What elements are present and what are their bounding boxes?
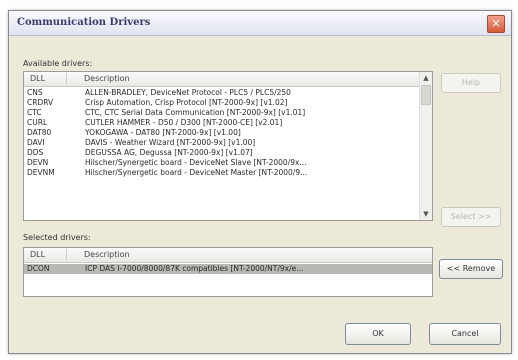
column-header-dll[interactable]: DLL [30, 250, 45, 259]
close-icon: × [490, 16, 502, 30]
selected-list-header: DLL Description [24, 248, 432, 263]
available-drivers-list[interactable]: DLL Description CNS ALLEN-BRADLEY, Device… [23, 71, 433, 221]
column-separator [66, 249, 67, 261]
list-item-description: DAVIS - Weather Wizard [NT-2000-9x] [v1.… [85, 138, 256, 147]
list-item-dll: DDS [27, 148, 44, 157]
close-button[interactable]: × [487, 15, 505, 33]
column-separator [66, 73, 67, 85]
list-item-description: Hilscher/Synergetic board - DeviceNet Sl… [85, 158, 307, 167]
list-item[interactable]: DEVN Hilscher/Synergetic board - DeviceNe… [24, 158, 420, 168]
available-list-scrollbar[interactable]: ▲ ▼ [419, 72, 432, 220]
remove-button[interactable]: << Remove [439, 259, 503, 279]
cancel-button[interactable]: Cancel [429, 323, 501, 345]
list-item-description: CUTLER HAMMER - D50 / D300 [NT-2000-CE] … [85, 118, 283, 127]
list-item-description: Crisp Automation, Crisp Protocol [NT-200… [85, 98, 288, 107]
select-button[interactable]: Select >> [441, 207, 501, 227]
column-header-dll[interactable]: DLL [30, 74, 45, 83]
selected-drivers-label: Selected drivers: [23, 233, 91, 242]
list-item-description: YOKOGAWA - DAT80 [NT-2000-9x] [v1.00] [85, 128, 241, 137]
list-item-description: ICP DAS I-7000/8000/87K compatibles [NT-… [85, 264, 304, 273]
selected-drivers-list[interactable]: DLL Description DCON ICP DAS I-7000/8000/… [23, 247, 433, 297]
list-item-description: ALLEN-BRADLEY, DeviceNet Protocol - PLC5… [85, 88, 291, 97]
list-item-dll: DCON [27, 264, 50, 273]
scroll-down-icon[interactable]: ▼ [420, 208, 432, 220]
list-item[interactable]: CRDRV Crisp Automation, Crisp Protocol [N… [24, 98, 420, 108]
help-button[interactable]: Help [441, 73, 501, 93]
communication-drivers-dialog: Communication Drivers × Available driver… [8, 10, 512, 354]
list-item[interactable]: CTC CTC, CTC Serial Data Communication [N… [24, 108, 420, 118]
scroll-thumb[interactable] [421, 85, 431, 105]
list-item-dll: DEVN [27, 158, 49, 167]
column-header-description[interactable]: Description [84, 74, 130, 83]
column-header-description[interactable]: Description [84, 250, 130, 259]
list-item-dll: DAVI [27, 138, 45, 147]
title-bar: Communication Drivers × [9, 11, 511, 36]
list-item-description: DEGUSSA AG, Degussa [NT-2000-9x] [v1.07] [85, 148, 253, 157]
list-item[interactable]: DAT80 YOKOGAWA - DAT80 [NT-2000-9x] [v1.0… [24, 128, 420, 138]
list-item-dll: DEVNM [27, 168, 55, 177]
dialog-title: Communication Drivers [17, 17, 151, 28]
list-item[interactable]: DCON ICP DAS I-7000/8000/87K compatibles … [24, 264, 432, 274]
list-item[interactable]: CURL CUTLER HAMMER - D50 / D300 [NT-2000-… [24, 118, 420, 128]
ok-button[interactable]: OK [345, 323, 411, 345]
list-item-dll: CRDRV [27, 98, 54, 107]
list-item[interactable]: CNS ALLEN-BRADLEY, DeviceNet Protocol - P… [24, 88, 420, 98]
list-item[interactable]: DEVNM Hilscher/Synergetic board - DeviceN… [24, 168, 420, 178]
list-item-description: Hilscher/Synergetic board - DeviceNet Ma… [85, 168, 308, 177]
scroll-up-icon[interactable]: ▲ [420, 72, 432, 84]
list-item-description: CTC, CTC Serial Data Communication [NT-2… [85, 108, 306, 117]
list-item-dll: CTC [27, 108, 42, 117]
list-item-dll: CURL [27, 118, 48, 127]
available-drivers-label: Available drivers: [23, 59, 93, 68]
list-item-dll: DAT80 [27, 128, 52, 137]
list-item[interactable]: DDS DEGUSSA AG, Degussa [NT-2000-9x] [v1.… [24, 148, 420, 158]
list-item-dll: CNS [27, 88, 43, 97]
list-item[interactable]: DAVI DAVIS - Weather Wizard [NT-2000-9x] … [24, 138, 420, 148]
available-list-header: DLL Description [24, 72, 420, 87]
